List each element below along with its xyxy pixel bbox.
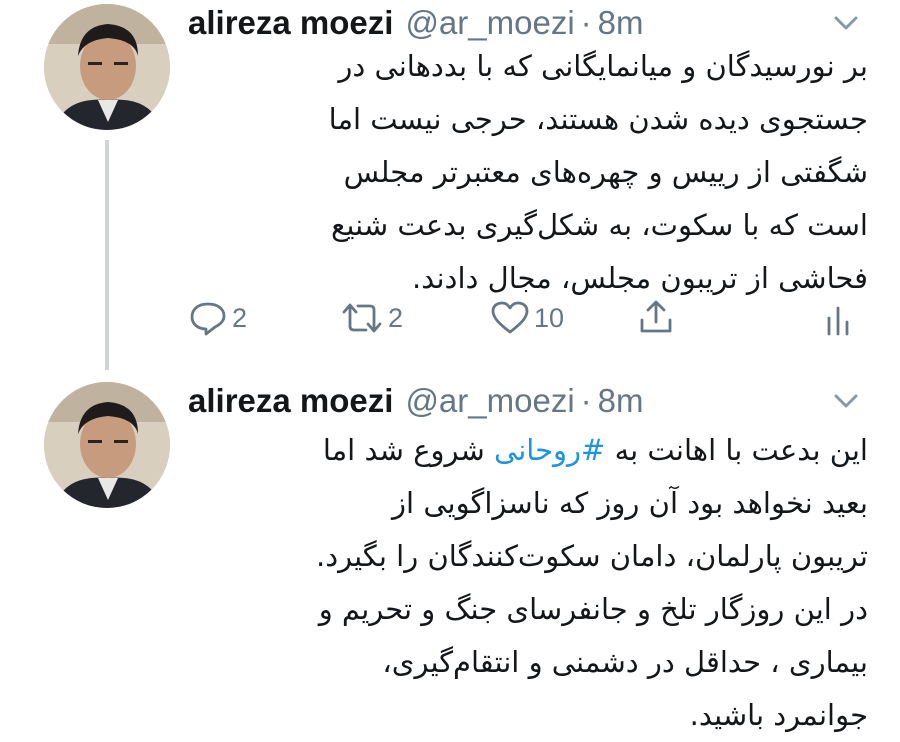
share-icon <box>640 300 672 333</box>
hashtag-link[interactable]: #روحانی <box>494 433 605 467</box>
tweet-text: بر نورسیدگان و میانمایگانی که با بددهانی… <box>188 40 868 305</box>
tweet-actions: 2 2 10 <box>188 296 868 346</box>
chevron-down-icon <box>834 16 858 30</box>
retweet-count: 2 <box>388 302 404 333</box>
profile-photo-icon <box>44 382 170 508</box>
text-segment: شروع شد اما <box>322 433 495 467</box>
tweet-text-line: این بدعت با اهانت به #روحانی شروع شد اما <box>188 424 868 477</box>
timestamp[interactable]: 8m <box>598 4 644 42</box>
like-count: 10 <box>534 302 565 333</box>
tweet-2[interactable]: alireza moezi @ar_moezi · 8m این بدعت با… <box>0 370 900 732</box>
author-name[interactable]: alireza moezi <box>188 382 393 420</box>
author-handle[interactable]: @ar_moezi <box>405 4 574 42</box>
analytics-icon <box>827 306 849 336</box>
like-button[interactable]: 10 <box>490 300 564 336</box>
tweet-text-line: بر نورسیدگان و میانمایگانی که با بددهانی… <box>338 49 868 83</box>
author-name[interactable]: alireza moezi <box>188 4 393 42</box>
text-segment: این بدعت با اهانت به <box>605 433 868 467</box>
tweet-text-line: بیماری ، حداقل در دشمنی و انتقام‌گیری، <box>382 645 868 679</box>
share-button[interactable] <box>638 298 674 336</box>
reply-count: 2 <box>232 302 248 333</box>
tweet-header: alireza moezi @ar_moezi · 8m <box>188 382 644 422</box>
profile-photo-icon <box>44 4 170 130</box>
timestamp[interactable]: 8m <box>598 382 644 420</box>
retweet-icon <box>342 303 382 333</box>
tweet-text-line: جستجوی دیده شدن هستند، حرجی نیست اما <box>328 102 868 136</box>
tweet-text-line: شگفتی از رییس و چهره‌های معتبرتر مجلس <box>343 155 868 189</box>
separator-dot: · <box>580 4 592 41</box>
separator-dot: · <box>580 382 592 419</box>
author-handle[interactable]: @ar_moezi <box>405 382 574 420</box>
tweet-text-line: است که با سکوت، به شکل‌گیری بدعت شنیع <box>330 208 868 242</box>
reply-icon <box>190 302 226 336</box>
tweet-1[interactable]: alireza moezi @ar_moezi · 8m بر نورسیدگا… <box>0 0 900 370</box>
tweet-text-line: جوانمرد باشید. <box>689 698 868 732</box>
tweet-text-line: در این روزگار تلخ و جانفرسای جنگ و تحریم… <box>318 592 868 626</box>
avatar[interactable] <box>44 4 170 130</box>
tweet-text-line: تریبون پارلمان، دامان سکوت‌کنندگان را بگ… <box>315 539 868 573</box>
tweet-text: این بدعت با اهانت به #روحانی شروع شد اما… <box>188 424 868 742</box>
chevron-down-icon <box>834 394 858 408</box>
retweet-button[interactable]: 2 <box>340 300 403 336</box>
tweet-header: alireza moezi @ar_moezi · 8m <box>188 4 644 44</box>
tweet-menu-button[interactable] <box>826 8 866 38</box>
analytics-button[interactable] <box>824 304 852 336</box>
tweet-menu-button[interactable] <box>826 386 866 416</box>
avatar[interactable] <box>44 382 170 508</box>
reply-button[interactable]: 2 <box>188 300 247 336</box>
tweet-text-line: بعید نخواهد بود آن روز که ناسزاگویی از <box>392 486 868 520</box>
like-icon <box>491 301 529 334</box>
